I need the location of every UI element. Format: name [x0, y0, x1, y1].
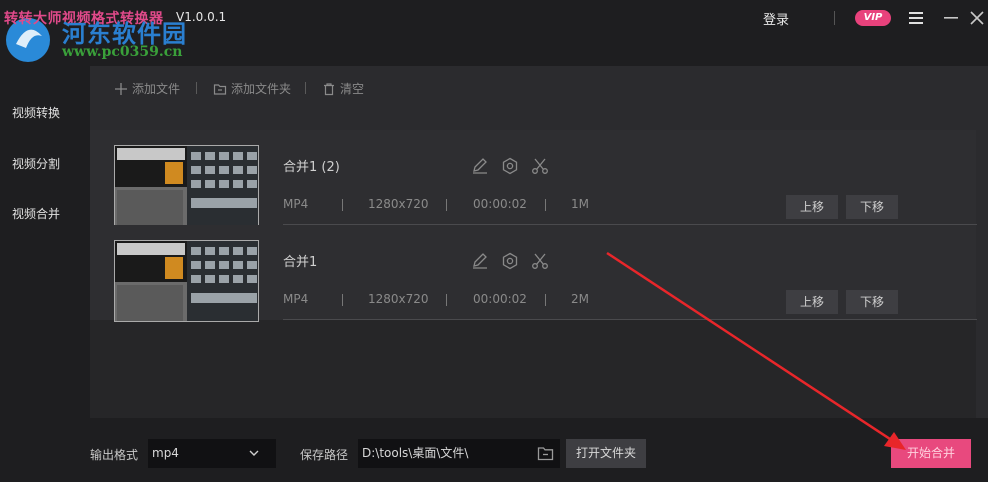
move-up-button[interactable]: 上移 [786, 290, 838, 314]
file-duration: 00:00:02 [473, 197, 527, 211]
file-format: MP4 [283, 292, 309, 306]
meta-divider [545, 199, 546, 211]
browse-folder-icon[interactable] [537, 445, 554, 462]
output-format-select[interactable]: mp4 [148, 439, 276, 468]
save-path-input[interactable]: D:\tools\桌面\文件\ [358, 439, 560, 468]
title-bar: 转转大师视频格式转换器 V1.0.0.1 河东软件园 www.pc0359.cn… [0, 0, 988, 62]
add-folder-button[interactable]: 添加文件夹 [213, 80, 291, 97]
toolbar-divider [196, 82, 197, 94]
file-name: 合并1 (2) [283, 160, 340, 175]
sidebar-item-merge[interactable]: 视频合并 [12, 205, 60, 222]
move-down-button[interactable]: 下移 [846, 290, 898, 314]
close-icon[interactable] [968, 9, 986, 27]
file-resolution: 1280x720 [368, 197, 429, 211]
folder-icon [213, 83, 227, 95]
main-panel: 添加文件 添加文件夹 清空 合并1 (2) MP4 1280x720 00:00… [90, 66, 988, 418]
title-divider [834, 11, 835, 25]
chevron-down-icon [249, 450, 259, 456]
meta-divider [545, 294, 546, 306]
plus-icon [115, 82, 127, 95]
clear-label: 清空 [340, 82, 365, 96]
sidebar: 视频转换 视频分割 视频合并 [0, 66, 90, 426]
move-up-button[interactable]: 上移 [786, 195, 838, 219]
toolbar: 添加文件 添加文件夹 清空 [90, 66, 988, 110]
scissors-icon[interactable] [531, 157, 549, 175]
settings-icon[interactable] [501, 157, 519, 175]
add-file-button[interactable]: 添加文件 [114, 80, 180, 97]
sidebar-item-split[interactable]: 视频分割 [12, 155, 60, 172]
file-format: MP4 [283, 197, 309, 211]
file-duration: 00:00:02 [473, 292, 527, 306]
output-format-value: mp4 [152, 446, 179, 460]
open-folder-button[interactable]: 打开文件夹 [566, 439, 646, 468]
trash-icon [324, 82, 334, 95]
file-size: 2M [571, 292, 589, 306]
edit-icon[interactable] [471, 252, 489, 270]
start-merge-button[interactable]: 开始合并 [891, 439, 971, 468]
video-thumbnail [114, 145, 259, 227]
file-resolution: 1280x720 [368, 292, 429, 306]
file-name: 合并1 [283, 255, 318, 270]
add-file-label: 添加文件 [132, 82, 181, 96]
video-thumbnail [114, 240, 259, 322]
edit-icon[interactable] [471, 157, 489, 175]
login-link[interactable]: 登录 [763, 9, 789, 28]
meta-divider [342, 294, 343, 306]
minimize-icon[interactable] [942, 9, 960, 27]
sidebar-item-convert[interactable]: 视频转换 [12, 104, 60, 121]
settings-icon[interactable] [501, 252, 519, 270]
meta-divider [342, 199, 343, 211]
scissors-icon[interactable] [531, 252, 549, 270]
add-folder-label: 添加文件夹 [231, 82, 292, 96]
save-path-label: 保存路径 [300, 448, 349, 462]
meta-divider [446, 294, 447, 306]
clear-button[interactable]: 清空 [322, 80, 364, 97]
toolbar-divider [305, 82, 306, 94]
row-divider [283, 319, 977, 320]
list-item[interactable]: 合并1 (2) MP4 1280x720 00:00:02 1M 上移 下移 [90, 130, 977, 227]
list-item[interactable]: 合并1 MP4 1280x720 00:00:02 2M 上移 下移 [90, 225, 977, 322]
output-format-label: 输出格式 [90, 448, 139, 462]
file-size: 1M [571, 197, 589, 211]
vip-badge[interactable]: VIP [855, 10, 891, 26]
menu-icon[interactable] [907, 9, 925, 27]
watermark-url: www.pc0359.cn [62, 44, 183, 60]
file-list: 合并1 (2) MP4 1280x720 00:00:02 1M 上移 下移 合… [90, 130, 977, 418]
meta-divider [446, 199, 447, 211]
move-down-button[interactable]: 下移 [846, 195, 898, 219]
